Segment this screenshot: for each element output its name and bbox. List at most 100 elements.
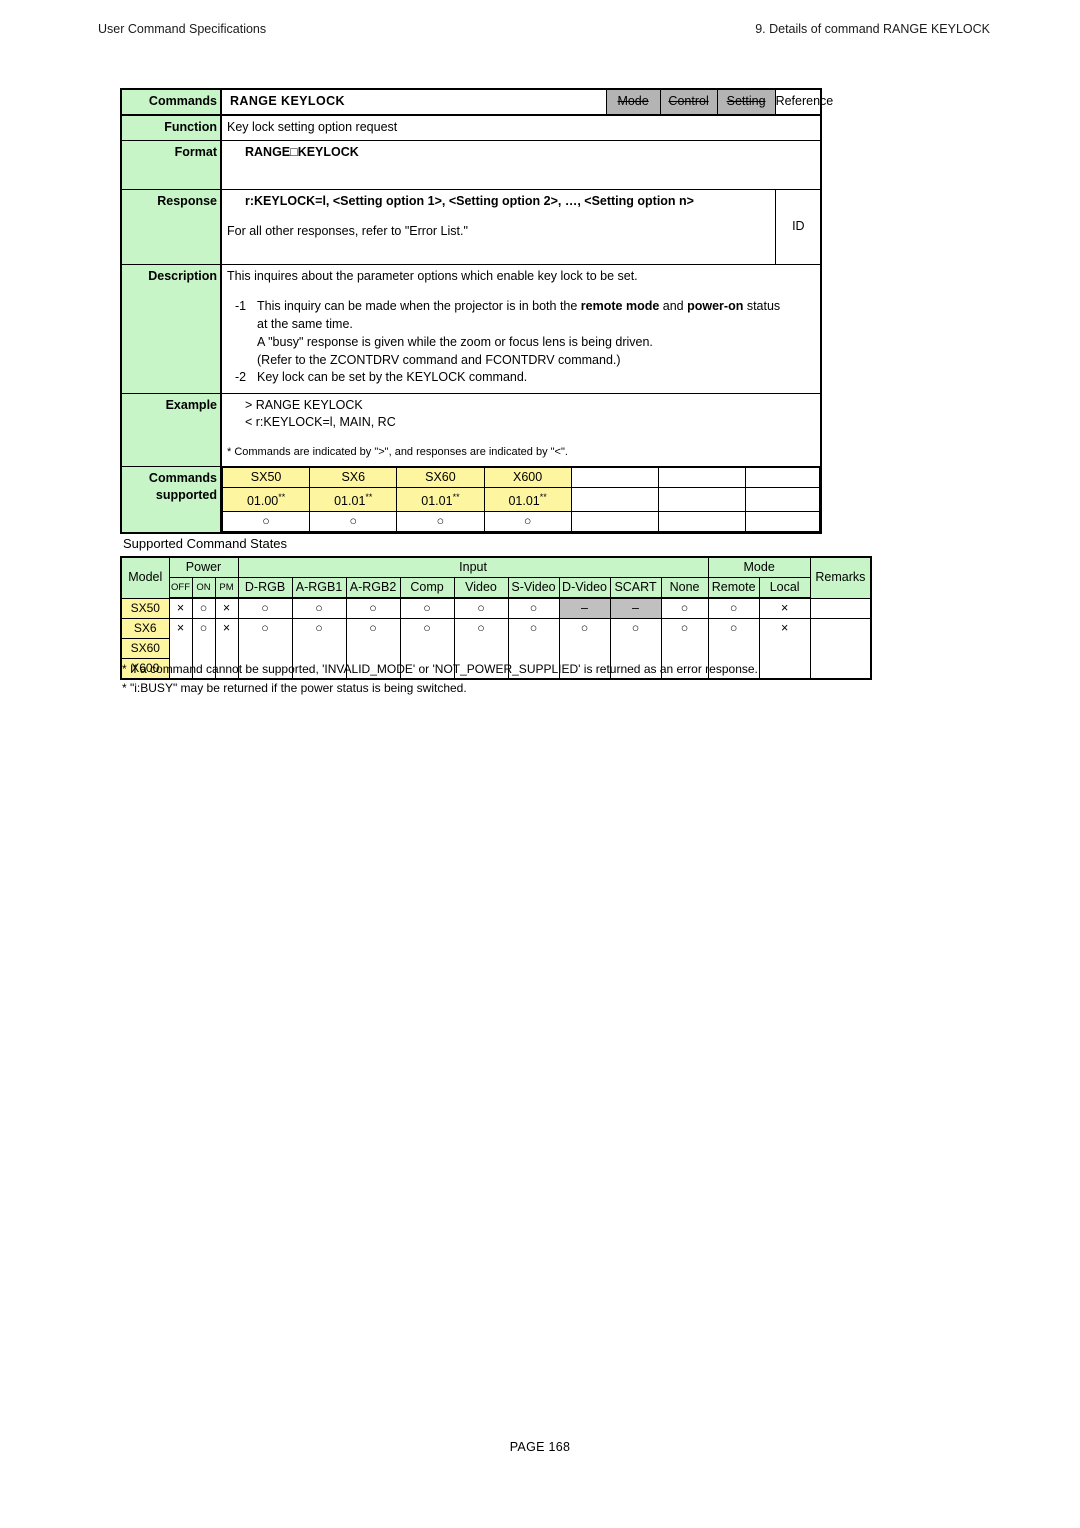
supported-model-1: SX6 xyxy=(309,466,398,488)
page-footer: PAGE 168 xyxy=(509,1440,571,1454)
format-value: RANGE□KEYLOCK xyxy=(220,139,822,190)
example-line-2: < r:KEYLOCK=l, MAIN, RC xyxy=(245,415,396,430)
format-syntax: RANGE□KEYLOCK xyxy=(245,144,359,159)
states-row-sx6-model-sx6: SX6 xyxy=(120,618,170,639)
states-subheader-power-off: OFF xyxy=(168,577,193,599)
supported-version-2-sup: ** xyxy=(452,491,460,502)
supported-mark-2: ○ xyxy=(396,510,485,532)
description-item-1: -1 This inquiry can be made when the pro… xyxy=(235,298,816,369)
states-row-sx50-input-d-rgb: ○ xyxy=(237,597,293,619)
supported-model-2: SX60 xyxy=(396,466,485,488)
states-row-sx50-remarks xyxy=(809,597,872,619)
format-label: Format xyxy=(120,139,222,190)
tag-reference[interactable]: Reference xyxy=(774,88,833,116)
states-row-sx50-input-d-video: – xyxy=(558,597,611,619)
states-header-power: Power xyxy=(168,556,239,578)
commands-supported-grid: SX50 SX6 SX60 X600 01.00** 01.01** 01.01… xyxy=(221,466,821,532)
states-subheader-input-scart: SCART xyxy=(609,577,662,599)
supported-model-3: X600 xyxy=(483,466,572,488)
example-value: > RANGE KEYLOCK < r:KEYLOCK=l, MAIN, RC … xyxy=(220,392,822,467)
states-subheader-input-a-rgb1: A-RGB1 xyxy=(291,577,347,599)
page-header-right: 9. Details of command RANGE KEYLOCK xyxy=(755,22,990,36)
states-row-sx50-input-a-rgb1: ○ xyxy=(291,597,347,619)
supported-version-1-sup: ** xyxy=(365,491,373,502)
states-row-sx50-mode-local: × xyxy=(758,597,811,619)
supported-mark-1: ○ xyxy=(309,510,398,532)
function-label: Function xyxy=(120,114,222,141)
commands-supported-label: Commands supported xyxy=(120,465,222,534)
supported-version-3: 01.01** xyxy=(483,486,572,512)
description-item-1-number: -1 xyxy=(235,299,247,314)
supported-version-1-num: 01.01 xyxy=(334,493,366,508)
commands-supported-label-line2: supported xyxy=(155,488,217,503)
commands-supported-label-line1: Commands xyxy=(148,470,217,485)
states-subheader-input-comp: Comp xyxy=(399,577,455,599)
states-subheader-input-a-rgb2: A-RGB2 xyxy=(345,577,401,599)
states-row-sx50-input-video: ○ xyxy=(453,597,509,619)
supported-version-3-sup: ** xyxy=(539,491,547,502)
description-item-1-text: This inquiry can be made when the projec… xyxy=(257,299,780,313)
states-row-sx50-model: SX50 xyxy=(120,597,170,619)
states-row-sx6-model-sx60: SX60 xyxy=(120,638,170,659)
states-subheader-power-on: ON xyxy=(191,577,216,599)
example-row: Example > RANGE KEYLOCK < r:KEYLOCK=l, M… xyxy=(120,392,822,467)
states-row-sx50-input-comp: ○ xyxy=(399,597,455,619)
format-row: Format RANGE□KEYLOCK xyxy=(120,139,822,190)
states-subheader-mode-local: Local xyxy=(758,577,811,599)
commands-label: Commands xyxy=(120,88,222,116)
footnote-1: * If a command cannot be supported, 'INV… xyxy=(122,662,758,676)
command-specification-table: Commands RANGE KEYLOCK Mode Control Sett… xyxy=(120,88,833,534)
supported-mark-5 xyxy=(657,510,747,532)
states-subheader-input-d-video: D-Video xyxy=(558,577,611,599)
description-label: Description xyxy=(120,263,222,394)
commands-supported-version-row: 01.00** 01.01** 01.01** 01.01** xyxy=(221,486,821,512)
response-errorlist-note: For all other responses, refer to "Error… xyxy=(227,224,468,239)
states-row-sx50-power-pm: × xyxy=(214,597,239,619)
states-row-sx50: SX50 × ○ × ○ ○ ○ ○ ○ ○ – – ○ ○ × xyxy=(120,597,872,619)
page-header: User Command Specifications 9. Details o… xyxy=(98,22,990,40)
states-row-sx50-input-s-video: ○ xyxy=(507,597,560,619)
states-subheader-input-d-rgb: D-RGB xyxy=(237,577,293,599)
tag-mode[interactable]: Mode xyxy=(605,88,661,116)
states-caption: Supported Command States xyxy=(123,536,288,551)
supported-model-0: SX50 xyxy=(221,466,311,488)
supported-model-6 xyxy=(745,466,821,488)
tag-setting[interactable]: Setting xyxy=(716,88,776,116)
supported-model-5 xyxy=(657,466,747,488)
supported-mark-0: ○ xyxy=(221,510,311,532)
states-subheader-input-none: None xyxy=(660,577,709,599)
states-row-sx50-power-off: × xyxy=(168,597,193,619)
footnote-2: * "i:BUSY" may be returned if the power … xyxy=(122,680,467,695)
supported-version-0-num: 01.00 xyxy=(246,493,279,508)
states-header-input: Input xyxy=(237,556,709,578)
supported-version-0: 01.00** xyxy=(221,486,311,512)
description-row: Description This inquires about the para… xyxy=(120,263,822,394)
example-note: * Commands are indicated by ">", and res… xyxy=(227,446,568,458)
tag-control[interactable]: Control xyxy=(659,88,718,116)
page-header-left: User Command Specifications xyxy=(98,22,267,36)
desc1-pre: This inquiry can be made when the projec… xyxy=(257,299,581,314)
desc1-mid: and xyxy=(659,299,688,314)
description-item-1-sub-1: at the same time. xyxy=(257,317,353,331)
response-id-cell: ID xyxy=(774,188,822,265)
commands-supported-mark-row: ○ ○ ○ ○ xyxy=(221,510,821,532)
commands-supported-grid-cell: SX50 SX6 SX60 X600 01.00** 01.01** 01.01… xyxy=(220,465,822,534)
states-row-sx50-input-scart: – xyxy=(609,597,662,619)
commands-supported-row: Commands supported SX50 SX6 SX60 X600 01… xyxy=(120,465,822,534)
footnotes: * If a command cannot be supported, 'INV… xyxy=(122,660,882,697)
response-label: Response xyxy=(120,188,222,265)
supported-mark-6 xyxy=(745,510,821,532)
states-sub-header-row: OFF ON PM D-RGB A-RGB1 A-RGB2 Comp Video… xyxy=(121,577,871,599)
supported-version-4 xyxy=(570,486,659,512)
description-items: -1 This inquiry can be made when the pro… xyxy=(227,298,816,387)
supported-version-6 xyxy=(745,486,821,512)
states-row-sx50-power-on: ○ xyxy=(191,597,216,619)
command-title-row: Commands RANGE KEYLOCK Mode Control Sett… xyxy=(120,88,833,116)
states-header-mode: Mode xyxy=(707,556,811,578)
states-row-sx50-input-none: ○ xyxy=(660,597,709,619)
states-subheader-input-s-video: S-Video xyxy=(507,577,560,599)
description-item-2-number: -2 xyxy=(235,370,247,385)
states-header-remarks: Remarks xyxy=(809,556,872,599)
supported-mark-3: ○ xyxy=(483,510,572,532)
supported-version-1: 01.01** xyxy=(309,486,398,512)
